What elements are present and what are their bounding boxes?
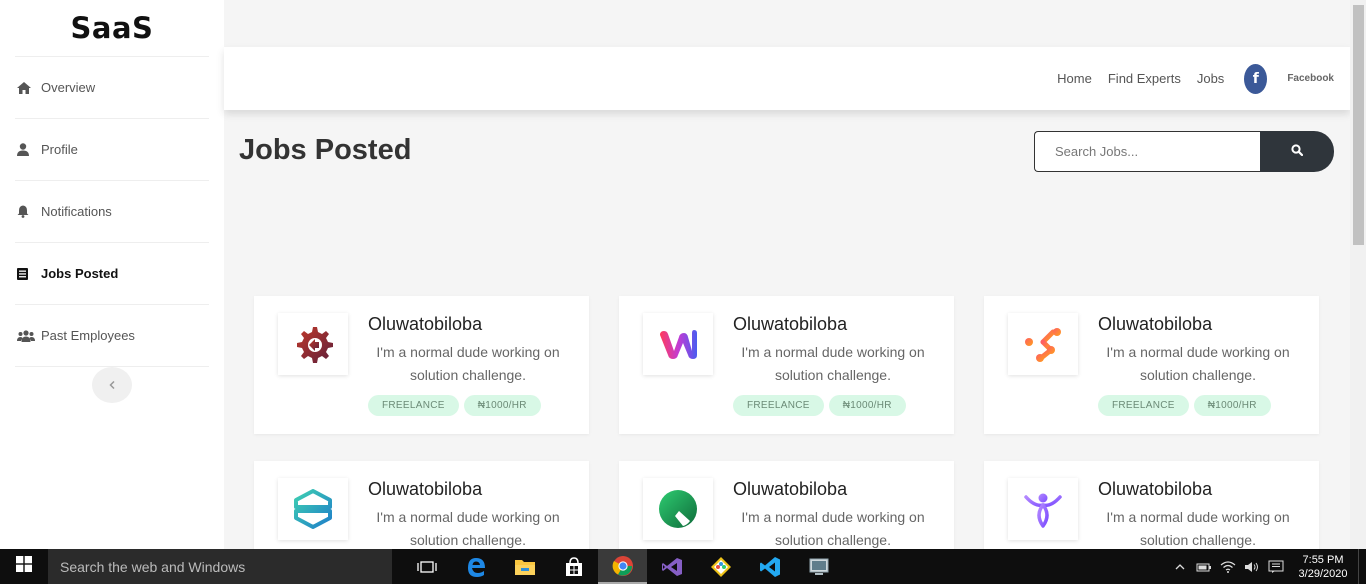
sidebar-item-label: Overview: [41, 80, 96, 95]
sidebar-collapse-button[interactable]: [92, 367, 132, 403]
user-icon: [15, 143, 41, 156]
nav-link-facebook[interactable]: Facebook: [1287, 73, 1334, 84]
edge-browser-icon[interactable]: [451, 549, 500, 584]
bell-icon: [15, 205, 41, 218]
job-card[interactable]: Oluwatobiloba I'm a normal dude working …: [984, 296, 1319, 434]
home-icon: [15, 81, 41, 94]
windows-logo-icon: [16, 556, 32, 577]
card-name: Oluwatobiloba: [1098, 314, 1213, 334]
job-card[interactable]: Oluwatobiloba I'm a normal dude working …: [254, 296, 589, 434]
card-name: Oluwatobiloba: [368, 479, 483, 499]
windows-taskbar: Search the web and Windows 7:55 PM 3/29/…: [0, 549, 1366, 584]
sidebar-item-past-employees[interactable]: Past Employees: [15, 305, 209, 367]
taskbar-clock[interactable]: 7:55 PM 3/29/2020: [1288, 553, 1358, 581]
card-tags: FREELANCE ₦1000/HR: [1098, 395, 1276, 416]
task-view-icon[interactable]: [402, 549, 451, 584]
company-logo: [643, 313, 713, 375]
wifi-icon[interactable]: [1216, 560, 1240, 573]
company-logo: [278, 313, 348, 375]
search-icon: [1291, 143, 1304, 161]
card-description: I'm a normal dude working on solution ch…: [376, 344, 560, 383]
card-name: Oluwatobiloba: [733, 479, 848, 499]
page-title: Jobs Posted: [239, 134, 412, 166]
page-scrollbar[interactable]: [1350, 0, 1366, 549]
company-logo: [278, 478, 348, 540]
tag-rate: ₦1000/HR: [463, 395, 541, 416]
nav-link-home[interactable]: Home: [1057, 71, 1092, 86]
facebook-icon[interactable]: f: [1244, 63, 1268, 94]
company-logo: [643, 478, 713, 540]
nodes-logo-icon: [1025, 328, 1061, 362]
chrome-icon[interactable]: [598, 549, 647, 584]
sidebar-item-jobs-posted[interactable]: Jobs Posted: [15, 243, 209, 305]
card-tags: FREELANCE ₦1000/HR: [733, 395, 911, 416]
remote-desktop-icon[interactable]: [794, 549, 843, 584]
sidebar-item-label: Notifications: [41, 204, 112, 219]
sidebar-item-label: Jobs Posted: [41, 266, 119, 281]
battery-icon[interactable]: [1192, 562, 1216, 572]
gear-logo-icon: [297, 327, 333, 363]
start-button[interactable]: [0, 549, 48, 584]
tag-rate: ₦1000/HR: [1193, 395, 1271, 416]
top-navbar: Home Find Experts Jobs f Facebook: [224, 47, 1350, 110]
sidebar-item-label: Past Employees: [41, 328, 135, 343]
sourcetree-icon[interactable]: [696, 549, 745, 584]
show-desktop-button[interactable]: [1358, 549, 1366, 584]
nav-link-find-experts[interactable]: Find Experts: [1108, 71, 1181, 86]
clock-time: 7:55 PM: [1302, 553, 1344, 566]
file-explorer-icon[interactable]: [500, 549, 549, 584]
nav-link-jobs[interactable]: Jobs: [1197, 71, 1224, 86]
card-description: I'm a normal dude working on solution ch…: [741, 344, 925, 383]
search-button[interactable]: [1260, 131, 1334, 172]
q-logo-icon: [659, 490, 697, 528]
tag-rate: ₦1000/HR: [828, 395, 906, 416]
tag-job-type: FREELANCE: [368, 395, 459, 416]
sidebar: SaaS Overview Profile Notifications Jobs…: [0, 0, 224, 549]
list-icon: [15, 267, 41, 280]
ime-icon[interactable]: [1264, 560, 1288, 574]
card-name: Oluwatobiloba: [733, 314, 848, 334]
vscode-icon[interactable]: [745, 549, 794, 584]
users-icon: [15, 329, 41, 342]
search-bar: [1034, 131, 1334, 172]
chevron-left-icon: [109, 378, 115, 392]
visual-studio-icon[interactable]: [647, 549, 696, 584]
w-logo-icon: [660, 330, 697, 359]
volume-icon[interactable]: [1240, 561, 1264, 573]
store-icon[interactable]: [549, 549, 598, 584]
taskbar-apps: [402, 549, 843, 584]
card-name: Oluwatobiloba: [1098, 479, 1213, 499]
brand-logo[interactable]: SaaS: [15, 0, 209, 57]
sidebar-item-profile[interactable]: Profile: [15, 119, 209, 181]
system-tray: 7:55 PM 3/29/2020: [1168, 549, 1366, 584]
card-tags: FREELANCE ₦1000/HR: [368, 395, 546, 416]
card-description: I'm a normal dude working on solution ch…: [1106, 344, 1290, 383]
sidebar-item-label: Profile: [41, 142, 78, 157]
s-logo-icon: [294, 489, 332, 529]
sidebar-item-notifications[interactable]: Notifications: [15, 181, 209, 243]
card-description: I'm a normal dude working on solution ch…: [1106, 509, 1290, 548]
search-input[interactable]: [1034, 131, 1260, 172]
card-description: I'm a normal dude working on solution ch…: [741, 509, 925, 548]
scrollbar-thumb[interactable]: [1353, 5, 1364, 245]
top-nav-links: Home Find Experts Jobs f Facebook: [1041, 47, 1334, 110]
chevron-up-icon[interactable]: [1168, 563, 1192, 570]
sidebar-item-overview[interactable]: Overview: [15, 57, 209, 119]
tag-job-type: FREELANCE: [733, 395, 824, 416]
company-logo: [1008, 313, 1078, 375]
taskbar-search-box[interactable]: Search the web and Windows: [48, 549, 392, 584]
card-name: Oluwatobiloba: [368, 314, 483, 334]
card-description: I'm a normal dude working on solution ch…: [376, 509, 560, 548]
company-logo: [1008, 478, 1078, 540]
job-card[interactable]: Oluwatobiloba I'm a normal dude working …: [619, 296, 954, 434]
person-logo-icon: [1024, 493, 1062, 528]
tag-job-type: FREELANCE: [1098, 395, 1189, 416]
clock-date: 3/29/2020: [1298, 567, 1348, 580]
